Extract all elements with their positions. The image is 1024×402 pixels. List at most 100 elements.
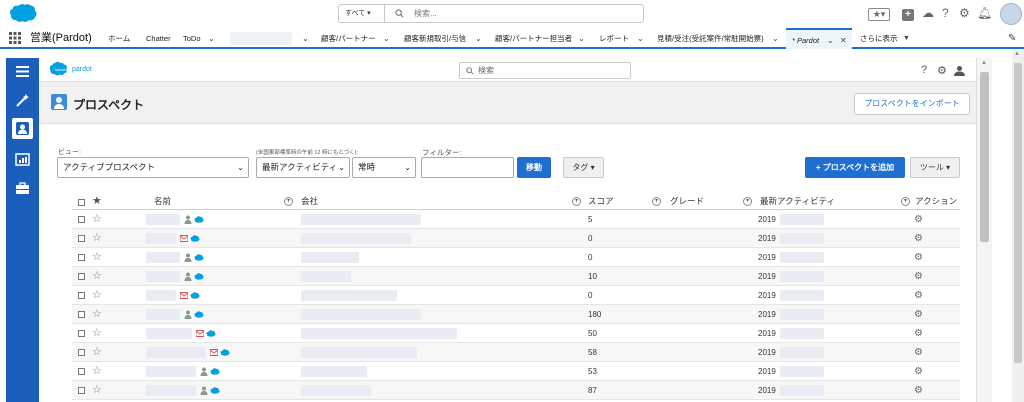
salesforce-logo[interactable] [5,3,37,25]
action-gear-icon[interactable]: ⚙ [914,248,923,267]
table-row[interactable]: ☆ 87 2019 ⚙ [72,381,960,400]
star-icon[interactable]: ★ [92,193,102,209]
company-link[interactable] [301,290,397,301]
prospect-name-link[interactable] [146,214,180,225]
salesforce-cloud-icon[interactable] [190,291,200,300]
salesforce-cloud-icon[interactable] [194,310,204,319]
tag-button[interactable]: タグ ▾ [563,157,604,178]
admin-briefcase-icon[interactable] [15,181,30,196]
row-checkbox[interactable] [78,216,85,223]
prospect-name-link[interactable] [146,328,192,339]
prospect-name-link[interactable] [146,309,180,320]
tab-quotes[interactable]: 見積/受注(受託案件/常駐開始票) [657,28,764,49]
prospect-name-link[interactable] [146,233,176,244]
table-row[interactable]: ☆ 0 2019 ⚙ [72,248,960,267]
select-all-checkbox[interactable] [78,199,85,206]
caret-down-icon[interactable]: ▼ [903,28,910,49]
tab-reports[interactable]: レポート [599,28,629,49]
company-link[interactable] [301,347,417,358]
company-link[interactable] [301,309,421,320]
column-grade[interactable]: グレード [670,193,704,210]
company-link[interactable] [301,271,351,282]
star-icon[interactable]: ☆ [92,382,102,398]
star-icon[interactable]: ☆ [92,268,102,284]
tab-more[interactable]: さらに表示 [860,28,898,49]
row-checkbox[interactable] [78,368,85,375]
sort-icon[interactable]: ▾ [572,197,581,206]
action-gear-icon[interactable]: ⚙ [914,210,923,229]
salesforce-cloud-icon[interactable] [194,215,204,224]
action-gear-icon[interactable]: ⚙ [914,267,923,286]
star-icon[interactable]: ☆ [92,363,102,379]
company-link[interactable] [301,214,421,225]
row-checkbox[interactable] [78,273,85,280]
row-checkbox[interactable] [78,311,85,318]
import-prospects-button[interactable]: プロスペクトをインポート [854,93,970,115]
star-icon[interactable]: ☆ [92,325,102,341]
column-latest-activity[interactable]: 最新アクティビティ [760,193,835,210]
chevron-down-icon[interactable]: ⌄ [302,28,309,49]
chevron-down-icon[interactable]: ⌄ [827,30,834,51]
chevron-down-icon[interactable]: ⌄ [475,28,482,49]
scroll-up-arrow-icon[interactable]: ▲ [981,60,987,66]
setup-gear-icon[interactable]: ⚙ [959,6,970,20]
star-icon[interactable]: ☆ [92,230,102,246]
action-gear-icon[interactable]: ⚙ [914,305,923,324]
salesforce-cloud-icon[interactable] [210,386,220,395]
table-row[interactable]: ☆ 53 2019 ⚙ [72,362,960,381]
prospect-name-link[interactable] [146,366,196,377]
table-row[interactable]: ☆ 50 2019 ⚙ [72,324,960,343]
reports-chart-icon[interactable] [15,152,30,167]
help-icon[interactable]: ? [921,64,927,76]
column-name[interactable]: 名前 [154,193,171,210]
tab-pardot-active[interactable]: * Pardot ⌄ ✕ [786,28,852,49]
row-checkbox[interactable] [78,387,85,394]
period-select[interactable]: 常時 ⌄ [352,157,416,178]
tab-new-deals[interactable]: 顧客新規取引/与信 [404,28,466,49]
trailhead-icon[interactable]: ☁ [922,6,934,20]
table-row[interactable]: ☆ 10 2019 ⚙ [72,267,960,286]
salesforce-cloud-icon[interactable] [190,234,200,243]
star-icon[interactable]: ☆ [92,344,102,360]
activity-select[interactable]: 最新アクティビティ ⌄ [256,157,350,178]
scroll-up-arrow-icon[interactable]: ▲ [1014,51,1020,57]
tools-button[interactable]: ツール ▾ [910,157,960,178]
page-scrollbar[interactable]: ▲ [1012,49,1024,402]
tab-todo[interactable]: ToDo [183,28,201,49]
prospect-name-link[interactable] [146,271,180,282]
marketing-wand-icon[interactable] [15,93,30,108]
table-row[interactable]: ☆ 5 2019 ⚙ [72,210,960,229]
close-tab-icon[interactable]: ✕ [840,30,847,51]
action-gear-icon[interactable]: ⚙ [914,381,923,400]
sort-icon[interactable]: ▾ [743,197,752,206]
action-gear-icon[interactable]: ⚙ [914,286,923,305]
star-icon[interactable]: ☆ [92,249,102,265]
star-icon[interactable]: ☆ [92,287,102,303]
help-icon[interactable]: ? [942,6,949,20]
tab-chatter[interactable]: Chatter [146,28,171,49]
go-button[interactable]: 移動 [517,157,551,178]
settings-gear-icon[interactable]: ⚙ [937,64,947,77]
filter-input[interactable] [421,157,514,178]
star-icon[interactable]: ☆ [92,211,102,227]
company-link[interactable] [301,328,457,339]
pardot-search[interactable]: 検索 [459,62,631,79]
notifications-bell-icon[interactable]: 🔔︎ [977,6,992,20]
salesforce-cloud-icon[interactable] [206,329,216,338]
prospect-name-link[interactable] [146,347,206,358]
column-company[interactable]: 会社 [301,193,318,210]
table-row[interactable]: ☆ 58 2019 ⚙ [72,343,960,362]
tab-home[interactable]: ホーム [108,28,130,49]
app-launcher-icon[interactable] [9,32,21,44]
table-row[interactable]: ☆ 180 2019 ⚙ [72,305,960,324]
company-link[interactable] [301,252,359,263]
tab-contacts[interactable]: 顧客/パートナー担当者 [495,28,572,49]
content-scrollbar[interactable]: ▲ [976,58,992,402]
table-row[interactable]: ☆ 0 2019 ⚙ [72,229,960,248]
user-avatar[interactable] [1000,3,1022,25]
search-scope-select[interactable]: すべて ▾ [339,5,385,22]
row-checkbox[interactable] [78,254,85,261]
salesforce-cloud-icon[interactable] [194,272,204,281]
action-gear-icon[interactable]: ⚙ [914,343,923,362]
scroll-thumb[interactable] [980,72,989,242]
